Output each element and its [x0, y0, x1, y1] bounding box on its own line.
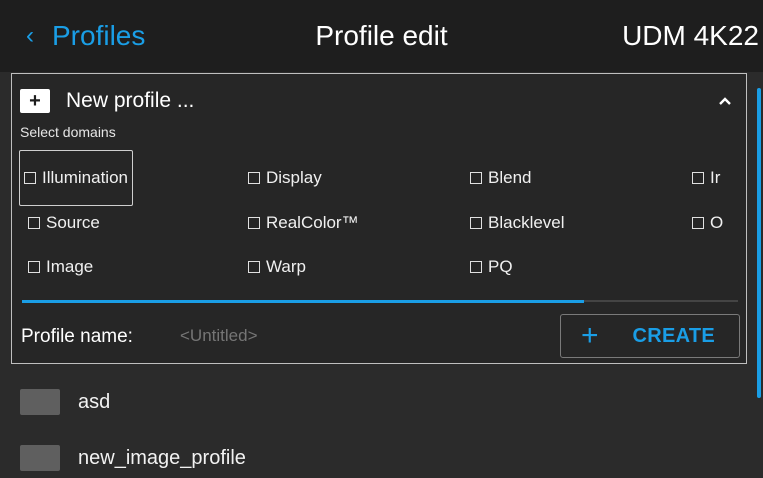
domain-checkbox-warp[interactable]: Warp [248, 252, 306, 282]
checkbox-empty-icon [470, 217, 482, 229]
domain-checkbox-blacklevel[interactable]: Blacklevel [470, 208, 565, 238]
checkbox-empty-icon [248, 261, 260, 273]
domain-checkbox-image[interactable]: Image [28, 252, 93, 282]
profile-list-item[interactable]: asd [20, 382, 110, 422]
chevron-up-icon[interactable] [714, 90, 736, 112]
domain-checkbox-blend[interactable]: Blend [470, 163, 531, 193]
domain-checkbox-ir[interactable]: Ir [692, 163, 720, 193]
domain-checkbox-pq[interactable]: PQ [470, 252, 513, 282]
new-profile-panel: + New profile ... Select domains Illumin… [11, 73, 747, 364]
checkbox-empty-icon [28, 217, 40, 229]
checkbox-empty-icon [28, 261, 40, 273]
new-profile-label[interactable]: New profile ... [66, 88, 194, 114]
profile-thumbnail [20, 445, 60, 471]
select-domains-label: Select domains [20, 124, 116, 140]
profile-name-label: Profile name: [21, 326, 133, 347]
create-button[interactable]: + CREATE [560, 314, 740, 358]
page-scrollbar[interactable] [757, 88, 761, 398]
checkbox-empty-icon [248, 217, 260, 229]
plus-icon: + [581, 319, 599, 352]
checkbox-empty-icon [470, 261, 482, 273]
checkbox-empty-icon [470, 172, 482, 184]
profile-name: asd [78, 390, 111, 413]
checkbox-empty-icon [692, 172, 704, 184]
back-label: Profiles [52, 20, 146, 51]
profile-list-item[interactable]: new_image_profile [20, 438, 246, 478]
domain-grid: Illumination Display Blend Ir Source Rea… [12, 150, 746, 286]
checkbox-empty-icon [248, 172, 260, 184]
profile-name: new_image_profile [78, 446, 246, 469]
domain-scroll-thumb[interactable] [22, 300, 584, 303]
chevron-left-icon: ‹ [26, 22, 34, 49]
checkbox-empty-icon [24, 172, 36, 184]
add-profile-button[interactable]: + [20, 89, 50, 113]
domain-checkbox-o[interactable]: O [692, 208, 723, 238]
domain-checkbox-source[interactable]: Source [28, 208, 100, 238]
profile-thumbnail [20, 389, 60, 415]
domain-checkbox-illumination[interactable]: Illumination [19, 150, 133, 206]
checkbox-empty-icon [692, 217, 704, 229]
back-button[interactable]: ‹ Profiles [26, 18, 145, 54]
domain-checkbox-realcolor[interactable]: RealColor™ [248, 208, 359, 238]
header-bar: ‹ Profiles Profile edit UDM 4K22 [0, 0, 763, 72]
profile-name-input[interactable] [180, 326, 480, 346]
device-name: UDM 4K22 [622, 20, 759, 51]
create-label: CREATE [632, 324, 716, 347]
domain-checkbox-display[interactable]: Display [248, 163, 322, 193]
